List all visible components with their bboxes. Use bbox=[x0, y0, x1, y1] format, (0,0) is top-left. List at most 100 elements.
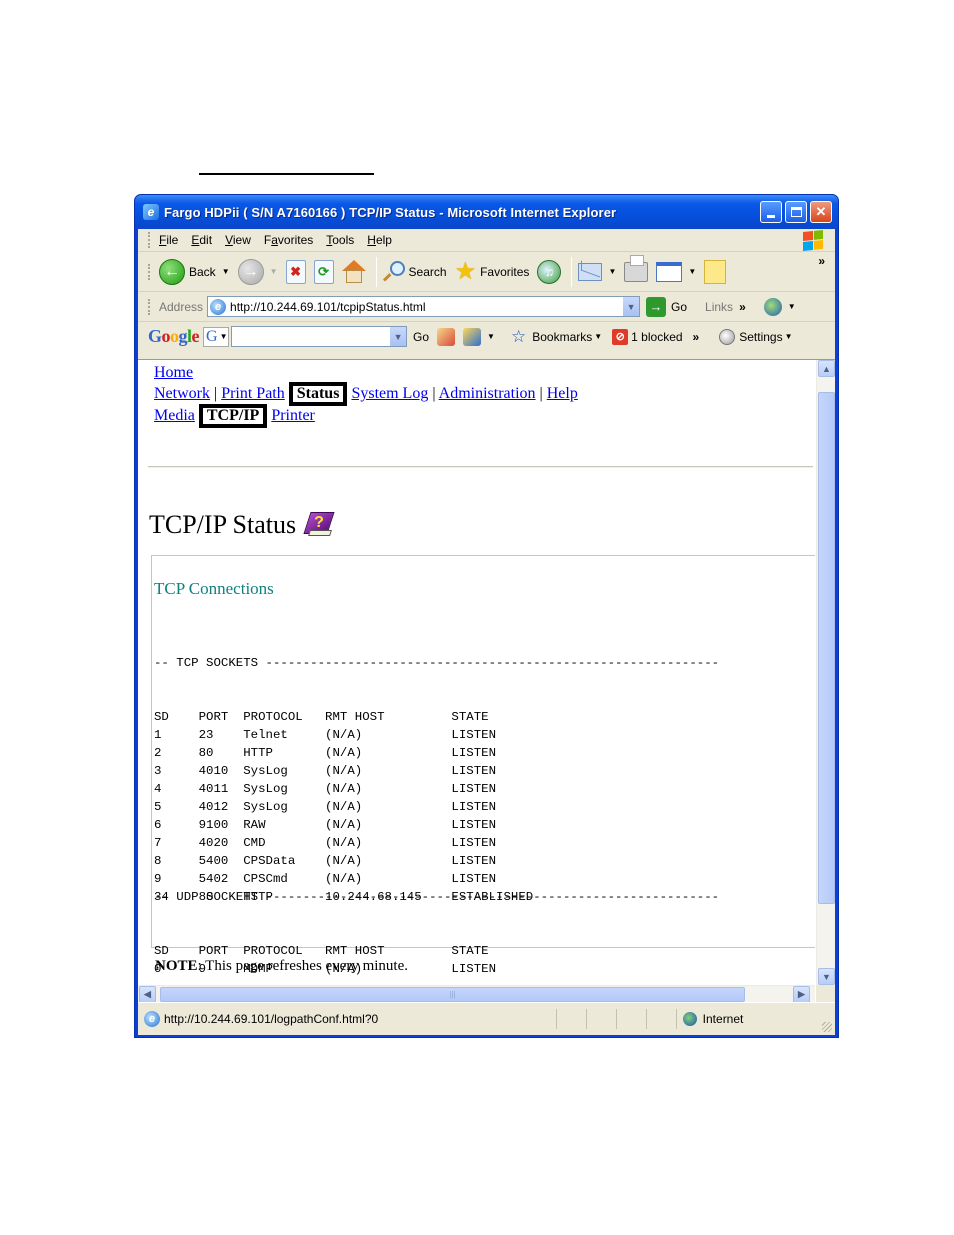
vertical-scroll-thumb[interactable] bbox=[818, 392, 835, 904]
go-label: Go bbox=[671, 299, 688, 314]
nav-link-help[interactable]: Help bbox=[547, 385, 578, 402]
pagerank-icon[interactable] bbox=[437, 327, 456, 346]
autolink-icon[interactable] bbox=[463, 327, 482, 346]
nav-link-administration[interactable]: Administration bbox=[439, 385, 536, 402]
stop-button[interactable]: ✖ bbox=[285, 259, 306, 284]
nav-link-network[interactable]: Network bbox=[154, 385, 210, 402]
edit-dropdown-icon[interactable]: ▼ bbox=[688, 267, 696, 276]
socket-row: 4 4011 SysLog (N/A) LISTEN bbox=[154, 782, 497, 796]
favorites-button[interactable]: ★ Favorites bbox=[454, 257, 530, 285]
toolbar-grip[interactable] bbox=[148, 263, 151, 280]
toolbar-overflow-chevron[interactable]: » bbox=[818, 254, 825, 268]
bookmarks-dropdown-icon[interactable]: ▼ bbox=[594, 332, 602, 341]
toolbar-grip[interactable] bbox=[148, 298, 151, 315]
resize-grip[interactable] bbox=[822, 1022, 832, 1032]
window-controls: ✕ bbox=[760, 201, 832, 223]
media-button[interactable]: ♫ bbox=[537, 259, 562, 284]
document-underline-rule bbox=[199, 173, 374, 175]
back-dropdown-icon[interactable]: ▼ bbox=[222, 267, 230, 276]
forward-button[interactable]: → ▼ bbox=[237, 258, 278, 285]
scroll-down-button[interactable]: ▼ bbox=[818, 968, 835, 985]
title-bar[interactable]: e Fargo HDPii ( S/N A7160166 ) TCP/IP St… bbox=[135, 195, 838, 229]
maximize-icon bbox=[790, 207, 802, 217]
google-search-input[interactable]: ▼ bbox=[231, 326, 408, 347]
menu-help[interactable]: Help bbox=[367, 233, 392, 247]
browser-chrome: File Edit View Favorites Tools Help ← Ba… bbox=[138, 229, 835, 359]
refresh-icon: ⟳ bbox=[313, 259, 334, 284]
nav-link-media[interactable]: Media bbox=[154, 407, 195, 424]
refresh-button[interactable]: ⟳ bbox=[313, 259, 334, 284]
socket-row: 5 4012 SysLog (N/A) LISTEN bbox=[154, 800, 497, 814]
help-book-icon[interactable]: ? bbox=[303, 510, 335, 540]
bookmarks-button[interactable]: Bookmarks bbox=[532, 330, 592, 344]
google-overflow-chevron[interactable]: » bbox=[693, 330, 700, 344]
horizontal-scrollbar[interactable]: ◀ ||| ▶ bbox=[138, 985, 815, 1003]
scroll-left-button[interactable]: ◀ bbox=[139, 986, 156, 1003]
page-ie-icon: e bbox=[210, 298, 227, 315]
links-button[interactable]: Links bbox=[705, 300, 733, 314]
horizontal-rule bbox=[148, 466, 813, 468]
page-title: TCP/IP Status bbox=[149, 510, 297, 539]
nav-link-home[interactable]: Home bbox=[154, 364, 193, 381]
mail-button[interactable]: ▼ bbox=[578, 262, 616, 281]
menu-view[interactable]: View bbox=[225, 233, 251, 247]
google-logo[interactable]: Google bbox=[148, 326, 200, 347]
status-pane bbox=[556, 1009, 586, 1029]
status-bar: e http://10.244.69.101/logpathConf.html?… bbox=[138, 1002, 835, 1035]
maximize-button[interactable] bbox=[785, 201, 807, 223]
vertical-scrollbar[interactable]: ▲ ▼ bbox=[816, 360, 835, 987]
socket-row: 6 9100 RAW (N/A) LISTEN bbox=[154, 818, 497, 832]
print-button[interactable] bbox=[624, 254, 649, 282]
go-button[interactable]: → Go bbox=[646, 296, 688, 317]
autolink-dropdown-icon[interactable]: ▼ bbox=[487, 332, 495, 341]
security-zone[interactable]: Internet bbox=[675, 1009, 835, 1029]
horizontal-scroll-thumb[interactable]: ||| bbox=[160, 987, 745, 1002]
address-dropdown-icon[interactable]: ▼ bbox=[622, 297, 640, 316]
google-search-dropdown-icon[interactable]: ▼ bbox=[389, 327, 407, 346]
status-page-icon: e bbox=[144, 1011, 160, 1027]
nav-main-row: Network | Print Path Status System Log |… bbox=[154, 382, 578, 406]
nav-link-print-path[interactable]: Print Path bbox=[221, 385, 285, 402]
toolbar-globe-icon[interactable] bbox=[763, 297, 782, 316]
close-icon: ✕ bbox=[815, 204, 827, 219]
udp-sockets-header: -- UDP SOCKETS -------------------------… bbox=[154, 890, 720, 904]
home-button[interactable] bbox=[341, 259, 366, 284]
edit-page-icon bbox=[656, 261, 683, 282]
favorites-star-icon: ★ bbox=[454, 257, 477, 285]
nav-sub-row: Media TCP/IP Printer bbox=[154, 404, 315, 428]
google-go-button[interactable]: Go bbox=[413, 330, 429, 344]
toolbar-grip[interactable] bbox=[148, 232, 151, 248]
menu-file[interactable]: File bbox=[159, 233, 178, 247]
minimize-button[interactable] bbox=[760, 201, 782, 223]
menu-edit[interactable]: Edit bbox=[191, 233, 212, 247]
search-button[interactable]: Search bbox=[382, 260, 447, 283]
settings-button[interactable]: Settings bbox=[739, 330, 782, 344]
zone-label: Internet bbox=[702, 1012, 744, 1026]
edit-button[interactable]: ▼ bbox=[656, 261, 696, 282]
nav-link-system-log[interactable]: System Log bbox=[351, 385, 428, 402]
favorites-label: Favorites bbox=[480, 264, 530, 279]
menu-tools[interactable]: Tools bbox=[326, 233, 354, 247]
settings-dropdown-icon[interactable]: ▼ bbox=[785, 332, 793, 341]
back-button[interactable]: ← Back ▼ bbox=[159, 258, 230, 285]
socket-row: 7 4020 CMD (N/A) LISTEN bbox=[154, 836, 497, 850]
nav-current-status[interactable]: Status bbox=[288, 382, 348, 406]
google-menu-button[interactable]: G ▼ bbox=[203, 326, 230, 347]
notes-button[interactable] bbox=[704, 259, 727, 284]
close-button[interactable]: ✕ bbox=[810, 201, 832, 223]
links-overflow-chevron[interactable]: » bbox=[739, 300, 746, 314]
menu-favorites[interactable]: Favorites bbox=[264, 233, 313, 247]
chevron-left-icon: ◀ bbox=[144, 989, 151, 999]
popup-blocked-count[interactable]: 1 blocked bbox=[631, 330, 682, 344]
globe-dropdown-icon[interactable]: ▼ bbox=[788, 302, 796, 311]
mail-dropdown-icon[interactable]: ▼ bbox=[608, 267, 616, 276]
nav-link-printer[interactable]: Printer bbox=[271, 407, 315, 424]
scroll-up-button[interactable]: ▲ bbox=[818, 360, 835, 377]
address-input[interactable]: e http://10.244.69.101/tcpipStatus.html … bbox=[207, 296, 641, 317]
stop-icon: ✖ bbox=[285, 259, 306, 284]
nav-current-tcpip[interactable]: TCP/IP bbox=[198, 404, 268, 428]
forward-dropdown-icon[interactable]: ▼ bbox=[270, 267, 278, 276]
scroll-right-button[interactable]: ▶ bbox=[793, 986, 810, 1003]
address-value[interactable]: http://10.244.69.101/tcpipStatus.html bbox=[230, 300, 425, 314]
note-label: NOTE bbox=[155, 958, 198, 974]
